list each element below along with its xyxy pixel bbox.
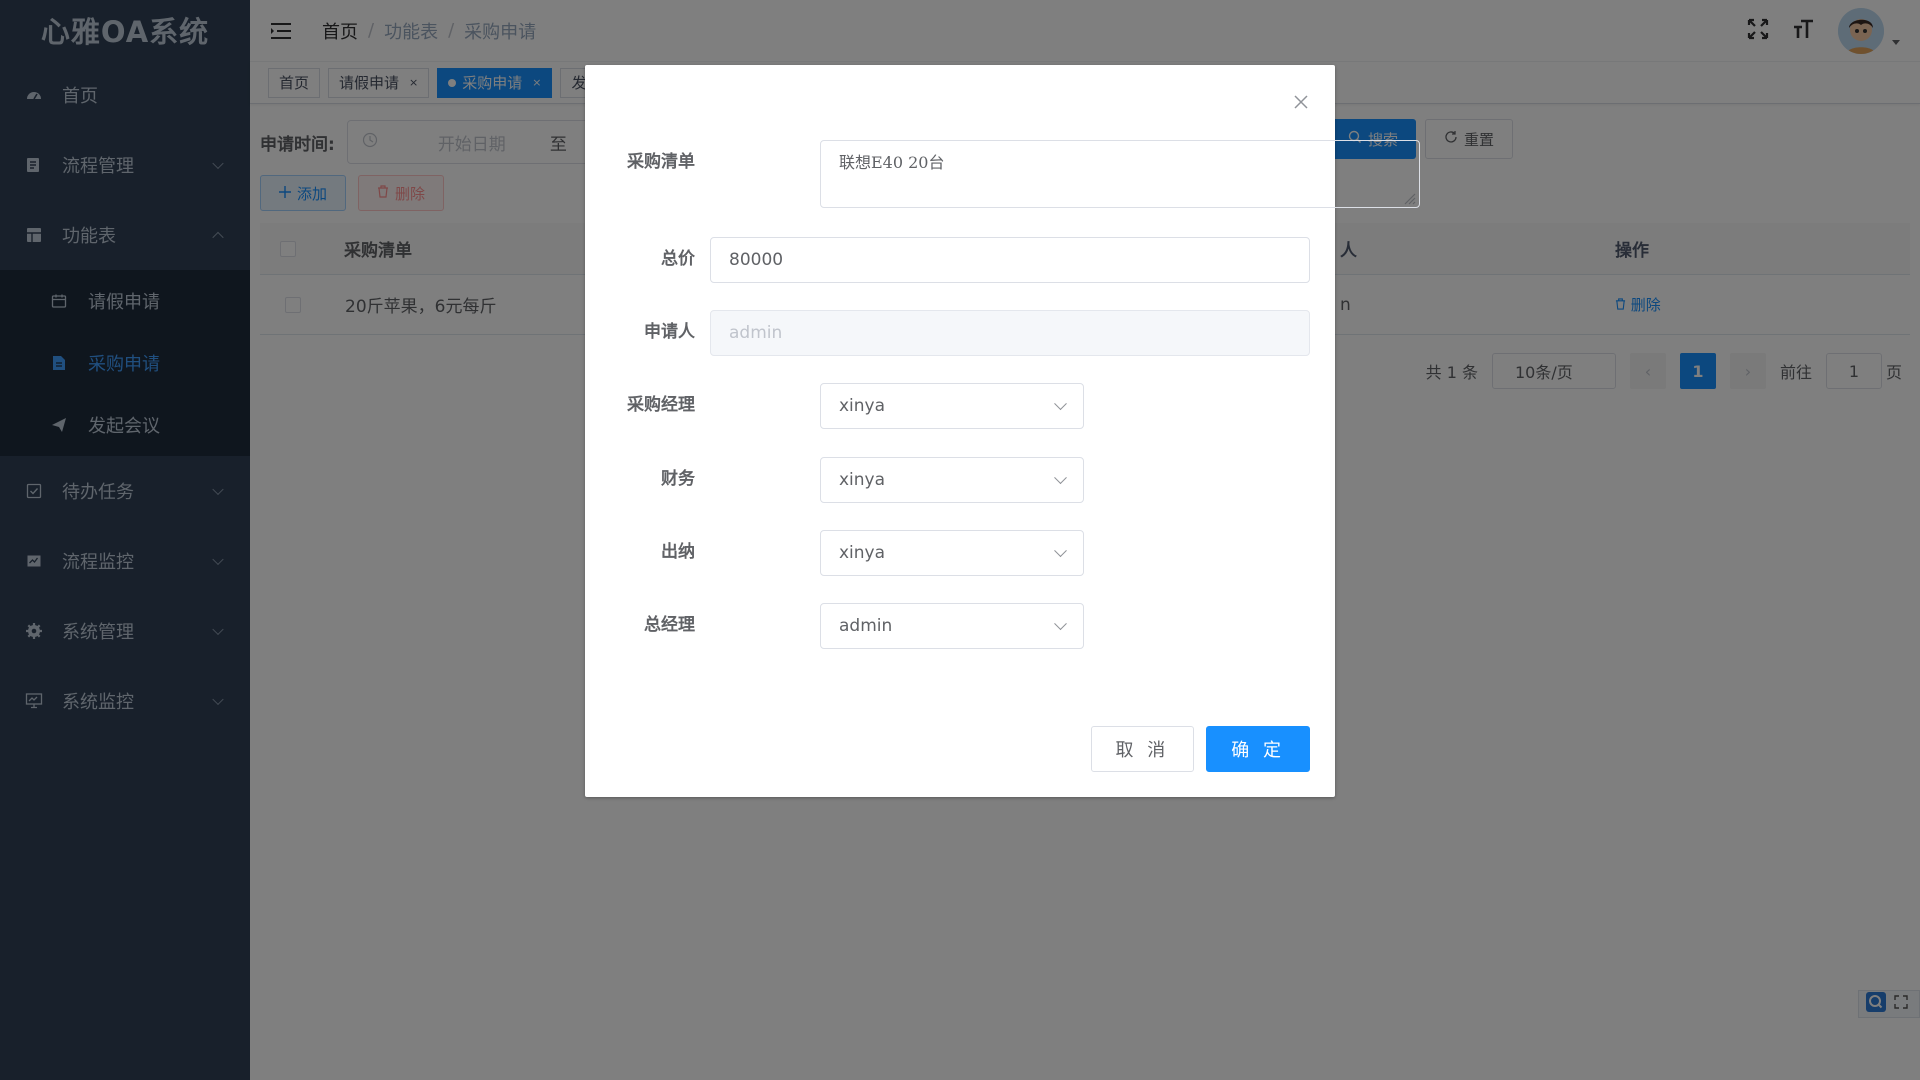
- purchase-manager-select[interactable]: xinya: [820, 383, 1084, 429]
- select-value: admin: [839, 616, 893, 636]
- total-price-input[interactable]: 80000: [710, 237, 1310, 283]
- gm-label: 总经理: [644, 615, 695, 635]
- form-row-gm: 总经理 admin: [585, 603, 1335, 649]
- chevron-down-icon: [1054, 397, 1067, 411]
- cancel-button[interactable]: 取 消: [1090, 726, 1195, 772]
- chevron-down-icon: [1054, 544, 1067, 558]
- form-row-price: 总价 80000: [585, 237, 1335, 283]
- purchase-list-value: 联想E40 20台: [839, 153, 945, 172]
- select-value: xinya: [839, 543, 886, 563]
- select-value: xinya: [839, 396, 886, 416]
- purchase-list-textarea[interactable]: 联想E40 20台: [820, 140, 1420, 208]
- manager-label: 采购经理: [627, 395, 695, 415]
- cashier-select[interactable]: xinya: [820, 530, 1084, 576]
- form-row-list: 采购清单 联想E40 20台: [585, 140, 1420, 208]
- form-row-applicant: 申请人 admin: [585, 310, 1335, 356]
- chevron-down-icon: [1054, 617, 1067, 631]
- form-row-manager: 采购经理 xinya: [585, 383, 1335, 429]
- cashier-label: 出纳: [661, 542, 695, 562]
- general-manager-select[interactable]: admin: [820, 603, 1084, 649]
- applicant-label: 申请人: [644, 322, 695, 342]
- form-row-finance: 财务 xinya: [585, 457, 1335, 503]
- list-label: 采购清单: [627, 152, 695, 172]
- chevron-down-icon: [1054, 471, 1067, 485]
- confirm-button[interactable]: 确 定: [1206, 726, 1310, 772]
- purchase-dialog: 采购清单 联想E40 20台 总价 80000 申请人 admin 采购经理 x…: [585, 65, 1420, 797]
- select-value: xinya: [839, 470, 886, 490]
- finance-label: 财务: [661, 469, 695, 489]
- form-row-cashier: 出纳 xinya: [585, 530, 1335, 576]
- applicant-input: admin: [710, 310, 1310, 356]
- dialog-footer: 取 消 确 定: [1090, 726, 1310, 772]
- finance-select[interactable]: xinya: [820, 457, 1084, 503]
- close-icon[interactable]: [1292, 93, 1310, 111]
- resize-handle-icon[interactable]: [1402, 190, 1416, 205]
- price-label: 总价: [661, 249, 695, 269]
